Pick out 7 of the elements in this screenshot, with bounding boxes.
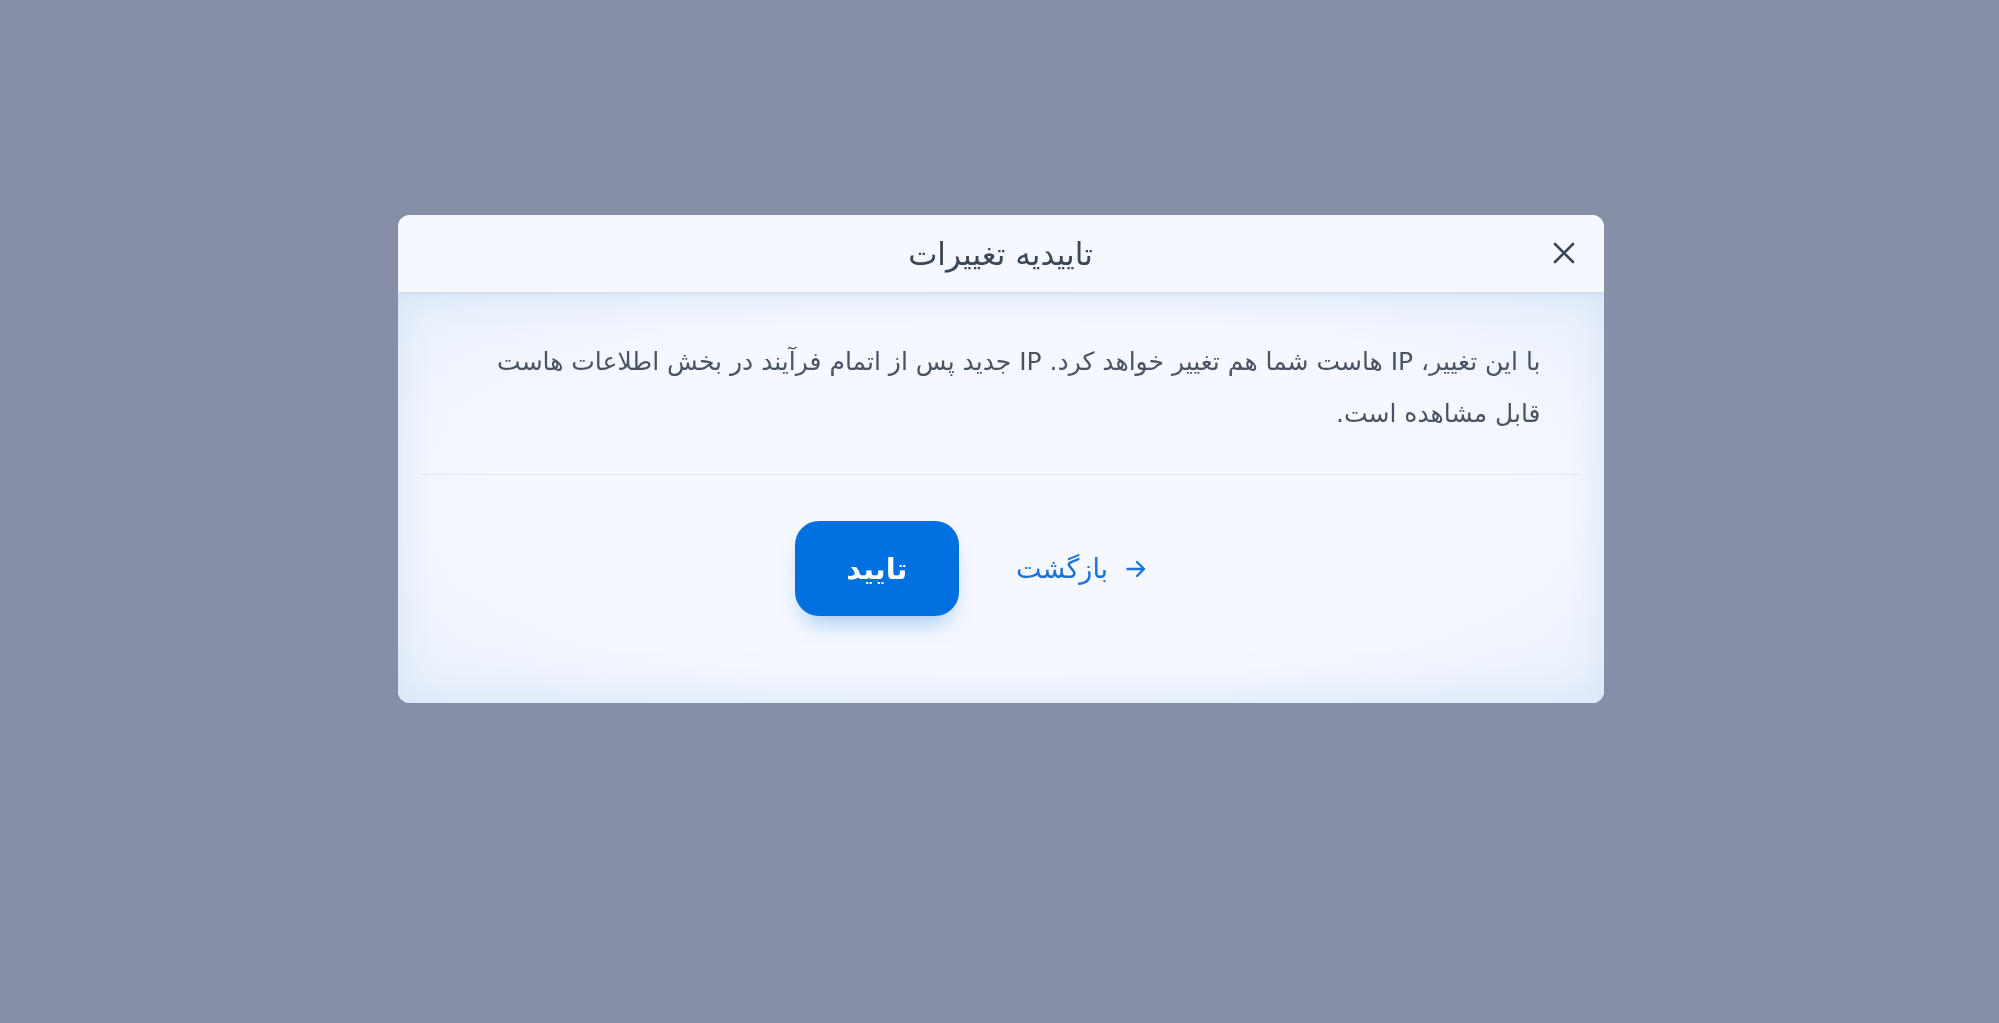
arrow-right-icon <box>1126 559 1147 578</box>
dialog-message: با این تغییر، IP هاست شما هم تغییر خواهد کرد. IP جدید پس از اتمام فرآیند در بخش اطلاعات هاست قابل مشاهده است. <box>496 345 1541 430</box>
confirm-button[interactable]: تایید <box>794 521 959 616</box>
close-button[interactable] <box>1551 241 1576 265</box>
back-link[interactable]: بازگشت <box>1013 549 1149 588</box>
dialog-title: تاییدیه تغییرات <box>908 235 1093 272</box>
close-icon <box>1552 242 1575 264</box>
